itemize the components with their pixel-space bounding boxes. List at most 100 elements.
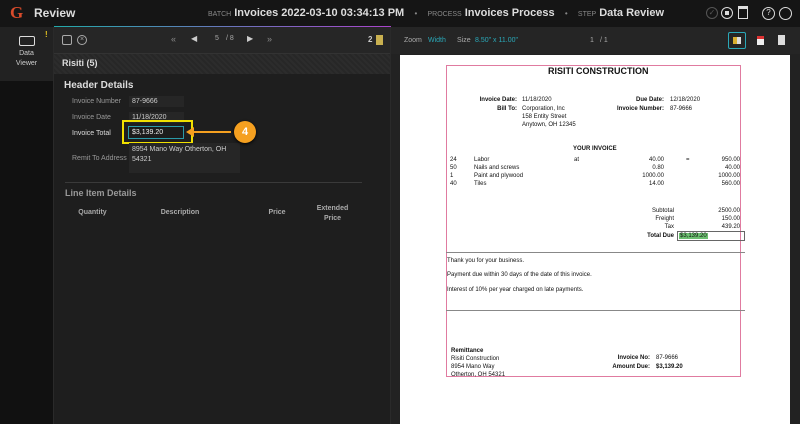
zoom-label: Zoom (404, 37, 422, 44)
doc-line-desc: Nails and screws (474, 165, 520, 171)
step-label: STEP (577, 11, 597, 18)
prev-page-icon[interactable]: ◀ (191, 34, 197, 43)
zoom-select[interactable]: Width (428, 37, 446, 44)
doc-inv-no: 87-9666 (656, 355, 679, 361)
doc-label: Freight (655, 216, 674, 222)
pdf-icon[interactable] (757, 36, 764, 45)
doc-tax: 439.20 (721, 224, 740, 230)
column-header: Price (268, 209, 286, 216)
doc-due-date: 12/18/2020 (670, 97, 701, 103)
field-label: Invoice Date (72, 114, 111, 121)
field-label: Invoice Number (72, 98, 122, 105)
page-size: 8.50" x 11.00" (475, 37, 518, 44)
doc-label: Due Date: (635, 97, 664, 103)
doc-label: Invoice No: (617, 355, 650, 361)
trash-icon[interactable] (738, 6, 748, 19)
doc-company: RISITI CONSTRUCTION (548, 66, 649, 76)
page-icon[interactable] (778, 35, 785, 45)
doc-line-price: 40.00 (648, 157, 664, 163)
process-name: Invoices Process (464, 7, 555, 19)
doc-line-eq: = (686, 157, 690, 163)
doc-label: Invoice Number: (616, 106, 664, 112)
doc-line-price: 0.80 (652, 165, 664, 171)
doc-line-price: 14.00 (648, 181, 664, 187)
user-icon[interactable] (779, 7, 792, 20)
line-item-title: Line Item Details (65, 188, 137, 198)
field-label: Invoice Total (72, 130, 111, 137)
doc-rule (446, 310, 745, 311)
column-header: Quantity (78, 209, 107, 216)
doc-invoice-date: 11/18/2020 (522, 97, 552, 103)
column-header: Description (160, 209, 200, 216)
size-label: Size (457, 37, 471, 44)
separator: • (414, 9, 418, 18)
current-record[interactable]: 5 (215, 35, 219, 42)
doc-line-price: 1000.00 (642, 173, 664, 179)
header-details-title: Header Details (64, 80, 134, 91)
stop-icon[interactable] (721, 7, 733, 19)
app-title: Review (34, 6, 76, 20)
callout-number: 4 (234, 121, 256, 143)
doc-line-ext: 1000.00 (718, 173, 740, 179)
doc-note: Thank you for your business. (447, 258, 525, 264)
doc-note: Interest of 10% per year charged on late… (447, 287, 584, 293)
doc-bill-to: 158 Entity Street (522, 114, 567, 120)
approve-icon[interactable]: ✓ (706, 7, 718, 19)
batch-name: Invoices 2022-03-10 03:34:13 PM (234, 7, 405, 19)
record-total: / 8 (226, 35, 234, 42)
callout-arrow (191, 131, 231, 133)
doc-line-desc: Tiles (474, 181, 487, 187)
doc-freight: 150.00 (721, 216, 740, 222)
doc-line-at: at (574, 157, 580, 163)
viewer-toolbar: Zoom Width Size 8.50" x 11.00" 1 / 1 (391, 27, 800, 54)
doc-line-ext: 950.00 (721, 157, 740, 163)
doc-invoice-number: 87-9666 (670, 106, 693, 112)
sidebar (0, 27, 53, 424)
sidebar-item-data-viewer[interactable]: Data Viewer ! (0, 27, 53, 81)
doc-label: Amount Due: (612, 364, 650, 370)
top-bar: G Review BATCH Invoices 2022-03-10 03:34:… (0, 0, 800, 27)
doc-bill-to: Anytown, OH 12345 (522, 122, 576, 128)
remit-address-field[interactable]: 8954 Mano Way Otherton, OH 54321 (129, 143, 240, 173)
doc-rule (446, 252, 745, 253)
doc-line-qty: 1 (450, 173, 454, 179)
doc-line-desc: Labor (474, 157, 490, 163)
viewer-page[interactable]: 1 (590, 37, 594, 44)
last-page-icon[interactable]: » (267, 34, 272, 44)
sidebar-label: Data (19, 50, 34, 57)
data-viewer-icon (18, 36, 35, 46)
doc-line-desc: Paint and plywood (474, 173, 524, 179)
doc-label: Invoice Date: (479, 97, 517, 103)
doc-label: Bill To: (497, 106, 517, 112)
close-icon[interactable]: × (77, 35, 87, 45)
section-header[interactable]: Risiti (5) (54, 54, 390, 74)
save-icon[interactable] (62, 35, 72, 45)
doc-bill-to: Corporation, Inc (522, 106, 565, 112)
doc-line-qty: 40 (450, 181, 457, 187)
doc-label: Tax (664, 224, 674, 230)
process-label: PROCESS (427, 11, 462, 18)
first-page-icon[interactable]: « (171, 34, 176, 44)
invoice-number-field[interactable]: 87-9666 (129, 96, 184, 107)
divider (65, 182, 362, 183)
app-logo: G (10, 3, 24, 22)
doc-note: Payment due within 30 days of the date o… (447, 272, 592, 278)
field-map-icon[interactable] (728, 32, 746, 49)
arrow-head-icon (186, 127, 194, 137)
sidebar-label: Viewer (15, 60, 38, 67)
step-name: Data Review (599, 7, 665, 19)
doc-remit: Risiti Construction (451, 356, 500, 362)
next-page-icon[interactable]: ▶ (247, 34, 253, 43)
invoice-total-field[interactable]: $3,139.20 (128, 126, 184, 139)
invoice-document: RISITI CONSTRUCTION Invoice Date: 11/18/… (400, 55, 790, 424)
doc-line-ext: 560.00 (721, 181, 740, 187)
document-icon[interactable] (376, 35, 383, 45)
doc-label: Total Due (647, 233, 674, 239)
field-label: Remit To Address (72, 155, 127, 162)
help-icon[interactable]: ? (762, 7, 775, 20)
doc-remit: 8954 Mano Way (451, 364, 495, 370)
doc-amount-due: $3,139.20 (656, 364, 683, 370)
doc-subtotal: 2500.00 (718, 208, 740, 214)
doc-your-invoice: YOUR INVOICE (573, 146, 617, 152)
record-toolbar: × « ◀ 5 / 8 ▶ » 2 (54, 27, 390, 54)
